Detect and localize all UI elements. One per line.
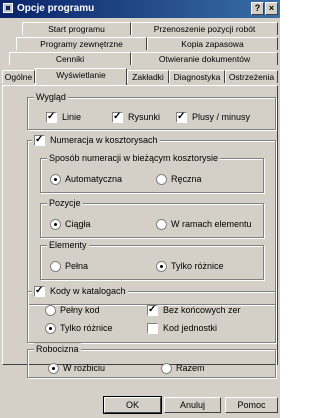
radio-circle[interactable] — [156, 261, 167, 273]
tab-ogolne[interactable]: Ogólne — [2, 70, 35, 83]
radio-razem[interactable]: Razem — [161, 362, 205, 375]
tab-kopia-zapasowa[interactable]: Kopia zapasowa — [147, 37, 278, 50]
radio-kody-tylko-roznice[interactable]: Tylko różnice — [45, 322, 113, 335]
radio-label: Tylko różnice — [171, 261, 224, 271]
radio-label: Ciągła — [65, 219, 91, 229]
radio-circle[interactable] — [50, 261, 61, 273]
checkbox-box[interactable] — [176, 111, 187, 124]
radio-label: Pełny kod — [60, 305, 100, 315]
radio-label: Razem — [176, 363, 205, 373]
tab-diagnostyka[interactable]: Diagnostyka — [169, 70, 225, 83]
radio-ciagla[interactable]: Ciągła — [50, 218, 91, 231]
group-wyglad-label: Wygląd — [34, 91, 68, 103]
group-pozycje-label: Pozycje — [47, 197, 83, 209]
radio-pelna[interactable]: Pełna — [50, 260, 89, 273]
cancel-button[interactable]: Anuluj — [164, 397, 221, 413]
radio-label: W rozbiciu — [63, 363, 106, 373]
checkbox-numeracja[interactable]: Numeracja w kosztorysach — [32, 134, 160, 147]
tab-row-2: Programy zewnętrzne Kopia zapasowa — [2, 37, 278, 50]
group-sposob-label: Sposób numeracji w bieżącym kosztorysie — [47, 152, 221, 164]
radio-circle[interactable] — [48, 363, 59, 375]
checkbox-box[interactable] — [112, 111, 123, 124]
checkbox-bez-koncowych-zer[interactable]: Bez końcowych zer — [147, 304, 241, 317]
group-elementy-label: Elementy — [47, 239, 89, 251]
help-title-button[interactable]: ? — [251, 2, 264, 15]
radio-label: Automatyczna — [65, 174, 123, 184]
tab-programy-zewnetrzne[interactable]: Programy zewnętrzne — [16, 37, 147, 50]
tab-row-4: Ogólne Wyświetlanie Zakładki Diagnostyka… — [2, 68, 278, 85]
radio-tylko-roznice[interactable]: Tylko różnice — [156, 260, 224, 273]
radio-circle[interactable] — [45, 323, 56, 335]
group-wyglad: Wygląd Linie Rysunki Plusy / minusy — [27, 91, 276, 130]
checkbox-label: Rysunki — [128, 112, 161, 122]
close-icon[interactable]: × — [265, 2, 278, 15]
checkbox-box[interactable] — [34, 285, 45, 298]
radio-label: Pełna — [65, 261, 89, 271]
checkbox-kod-jednostki[interactable]: Kod jednostki — [147, 322, 218, 335]
radio-w-ramach-elementu[interactable]: W ramach elementu — [156, 218, 252, 231]
radio-w-rozbiciu[interactable]: W rozbiciu — [48, 362, 106, 375]
window-title: Opcje programu — [17, 3, 95, 14]
group-kody: Kody w katalogach Pełny kod Tylko różnic… — [27, 285, 276, 343]
group-sposob-numeracji: Sposób numeracji w bieżącym kosztorysie … — [40, 152, 264, 193]
radio-circle[interactable] — [50, 174, 61, 186]
checkbox-plusy-minusy[interactable]: Plusy / minusy — [176, 111, 251, 124]
checkbox-label: Bez końcowych zer — [163, 305, 241, 315]
app-icon — [3, 3, 13, 13]
checkbox-label: Plusy / minusy — [192, 112, 251, 122]
tab-start-programu[interactable]: Start programu — [22, 22, 131, 35]
checkbox-label: Kody w katalogach — [50, 286, 126, 296]
group-robocizna: Robocizna W rozbiciu Razem — [27, 343, 276, 378]
group-numeracja: Numeracja w kosztorysach Sposób numeracj… — [27, 134, 276, 305]
options-dialog: Opcje programu ? × Start programu Przeno… — [0, 0, 280, 418]
radio-circle[interactable] — [156, 219, 167, 231]
group-elementy: Elementy Pełna Tylko różnice — [40, 239, 264, 280]
checkbox-label: Linie — [62, 112, 82, 122]
radio-label: W ramach elementu — [171, 219, 252, 229]
checkbox-linie[interactable]: Linie — [46, 111, 82, 124]
tab-row-3: Cenniki Otwieranie dokumentów — [2, 52, 278, 65]
checkbox-box[interactable] — [147, 304, 158, 317]
checkbox-box[interactable] — [46, 111, 57, 124]
checkbox-label: Kod jednostki — [163, 323, 218, 333]
checkbox-rysunki[interactable]: Rysunki — [112, 111, 161, 124]
radio-label: Ręczna — [171, 174, 202, 184]
title-bar[interactable]: Opcje programu ? × — [0, 0, 280, 18]
radio-label: Tylko różnice — [60, 323, 113, 333]
group-pozycje: Pozycje Ciągła W ramach elementu — [40, 197, 264, 238]
tab-cenniki[interactable]: Cenniki — [9, 52, 131, 65]
checkbox-box[interactable] — [34, 134, 45, 147]
tab-wyswietlanie[interactable]: Wyświetlanie — [35, 68, 127, 85]
group-robocizna-label: Robocizna — [34, 343, 81, 355]
tab-przenoszenie[interactable]: Przenoszenie pozycji robót — [131, 22, 278, 35]
tab-otwieranie-dokumentow[interactable]: Otwieranie dokumentów — [131, 52, 278, 65]
checkbox-kody[interactable]: Kody w katalogach — [32, 285, 128, 298]
checkbox-label: Numeracja w kosztorysach — [50, 135, 158, 145]
help-button[interactable]: Pomoc — [225, 397, 278, 413]
tab-ostrzezenia[interactable]: Ostrzeżenia — [225, 70, 278, 83]
radio-circle[interactable] — [45, 305, 56, 317]
radio-circle[interactable] — [156, 174, 167, 186]
ok-button[interactable]: OK — [103, 396, 162, 414]
radio-pelny-kod[interactable]: Pełny kod — [45, 304, 100, 317]
tab-zakladki[interactable]: Zakładki — [127, 70, 169, 83]
radio-automatyczna[interactable]: Automatyczna — [50, 173, 123, 186]
radio-reczna[interactable]: Ręczna — [156, 173, 202, 186]
radio-circle[interactable] — [50, 219, 61, 231]
tab-row-1: Start programu Przenoszenie pozycji robó… — [2, 22, 278, 35]
checkbox-box[interactable] — [147, 323, 158, 335]
radio-circle[interactable] — [161, 363, 172, 375]
